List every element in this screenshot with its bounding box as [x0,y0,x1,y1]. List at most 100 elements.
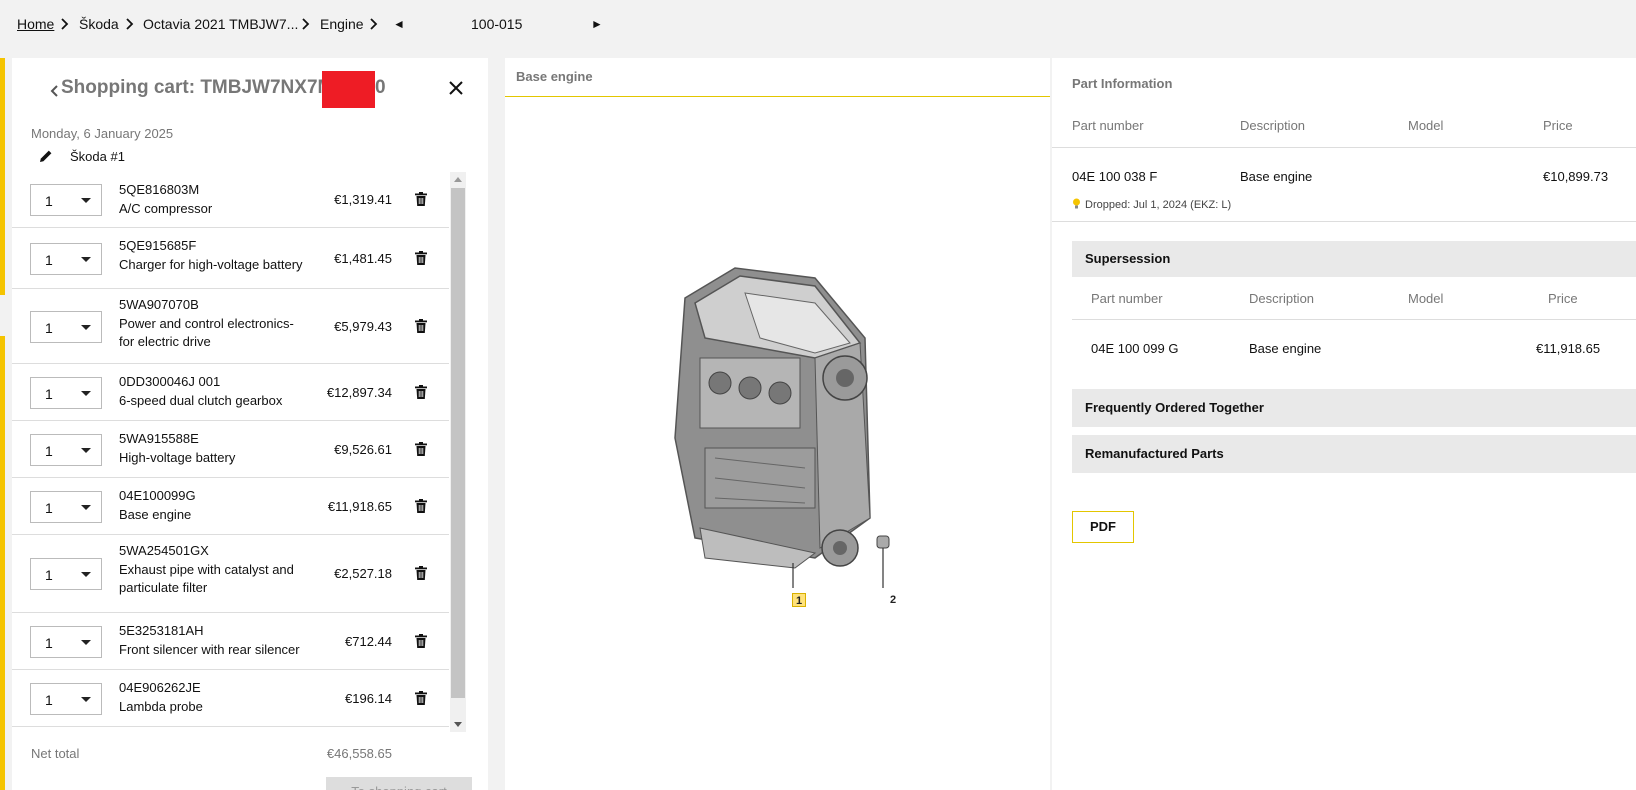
checkout-button[interactable]: To shopping cart [326,777,472,790]
cart-item-price: €12,897.34 [326,384,392,400]
quantity-value: 1 [45,499,53,516]
cart-date: Monday, 6 January 2025 [31,126,174,141]
scroll-down-icon[interactable] [454,722,462,727]
supersession-header-part-number: Part number [1091,291,1163,306]
cart-item-price: €1,319.41 [334,192,392,207]
chevron-down-icon [81,256,91,262]
quantity-select[interactable]: 1 [30,376,102,409]
trash-icon[interactable] [415,566,427,580]
breadcrumb-vehicle[interactable]: Octavia 2021 TMBJW7... [143,16,298,32]
quantity-select[interactable]: 1 [30,625,102,658]
column-header-description: Description [1240,118,1306,133]
breadcrumb-home[interactable]: Home [17,16,54,32]
breadcrumb: Home Škoda Octavia 2021 TMBJW7... Engine… [0,0,1636,58]
quantity-select[interactable]: 1 [30,184,102,216]
cart-item-price: €11,918.65 [327,498,392,514]
cart-title-tail: 0 [375,77,386,98]
cart-name: Škoda #1 [70,149,125,164]
close-icon[interactable] [446,78,466,98]
quantity-select[interactable]: 1 [30,682,102,715]
cart-item-number: 0DD300046J 001 [119,374,221,389]
dropped-text: Dropped: Jul 1, 2024 (EKZ: L) [1085,199,1232,211]
cart-item-price: €196.14 [345,690,392,706]
cart-item: 1 5WA254501GX Exhaust pipe with catalyst a… [12,535,449,613]
cart-item: 1 5WA907070B Power and control electronics… [12,289,449,364]
chevron-down-icon [81,572,91,577]
column-header-price: Price [1543,118,1573,133]
dropped-note: Dropped: Jul 1, 2024 (EKZ: L) [1072,198,1231,211]
cart-item: 1 04E906262JE Lambda probe €196.14 [12,670,449,727]
part-price: €10,899.73 [1543,169,1609,184]
cart-item-description: Base engine [119,507,192,522]
quantity-select[interactable]: 1 [30,242,102,275]
quantity-select[interactable]: 1 [30,433,102,466]
next-page-icon[interactable]: ► [591,17,603,31]
redaction-mark [322,71,375,108]
callout-1[interactable]: 1 [792,593,806,607]
illustration-panel: Base engine 1 2 [505,58,1050,790]
chevron-left-icon[interactable] [48,82,60,100]
divider [1052,147,1636,148]
trash-icon[interactable] [415,250,427,265]
quantity-select[interactable]: 1 [30,490,102,523]
cart-item: 1 04E100099G Base engine €11,918.65 [12,478,449,535]
chevron-right-icon [61,18,69,30]
supersession-price: €11,918.65 [1536,341,1601,356]
cart-item-price: €1,481.45 [334,250,392,266]
cart-item-description: A/C compressor [119,201,213,216]
divider [1072,319,1636,320]
cart-item-number: 5E3253181AH [119,623,204,638]
cart-item-number: 5QE915685F [119,238,197,253]
cart-item-description: Power and control electronics-for electr… [119,316,294,349]
cart-item-price: €712.44 [345,633,392,649]
trash-icon[interactable] [415,384,427,399]
trash-icon[interactable] [415,192,427,206]
cart-item-description: Lambda probe [119,699,203,714]
lightbulb-icon [1073,198,1080,209]
breadcrumb-page: 100-015 [471,16,523,32]
cart-item-description: Exhaust pipe with catalyst and particula… [119,562,294,595]
cart-item-number: 04E906262JE [119,680,201,695]
trash-icon[interactable] [415,498,427,513]
trash-icon[interactable] [415,441,427,456]
remanufactured-header[interactable]: Remanufactured Parts [1072,435,1636,473]
supersession-part-number: 04E 100 099 G [1091,341,1179,356]
breadcrumb-brand[interactable]: Škoda [79,16,119,32]
callout-2[interactable]: 2 [886,593,900,607]
divider [505,96,1050,97]
quantity-value: 1 [45,319,53,336]
quantity-value: 1 [45,442,53,459]
supersession-header-price: Price [1548,291,1578,306]
chevron-down-icon [81,198,91,203]
quantity-select[interactable]: 1 [30,558,102,590]
trash-icon[interactable] [415,690,427,705]
cart-scrollbar[interactable] [450,172,466,732]
cart-item-number: 5WA915588E [119,431,199,446]
cart-item-number: 5WA254501GX [119,543,209,558]
quantity-value: 1 [45,193,53,209]
trash-icon[interactable] [415,318,427,333]
supersession-header[interactable]: Supersession [1072,241,1636,277]
cart-item-number: 5WA907070B [119,297,199,312]
shopping-cart-panel: Shopping cart: TMBJW7NX7MY 0 Monday, 6 J… [12,58,488,790]
trash-icon[interactable] [415,633,427,648]
viewer-title: Base engine [516,69,593,84]
breadcrumb-group[interactable]: Engine [320,16,364,32]
chevron-down-icon [81,639,91,645]
scrollbar-thumb[interactable] [451,188,465,698]
frequently-ordered-header[interactable]: Frequently Ordered Together [1072,389,1636,427]
net-total-value: €46,558.65 [326,746,392,761]
quantity-select[interactable]: 1 [30,310,102,343]
previous-page-icon[interactable]: ◄ [393,17,405,31]
part-number: 04E 100 038 F [1072,169,1158,184]
part-info-title: Part Information [1072,76,1173,91]
quantity-value: 1 [45,634,53,651]
cart-item: 1 5WA915588E High-voltage battery €9,526.61 [12,421,449,478]
pdf-button[interactable]: PDF [1072,511,1134,543]
supersession-header-description: Description [1249,291,1315,306]
cart-item: 1 5QE816803M A/C compressor €1,319.41 [12,172,449,228]
scroll-up-icon[interactable] [454,177,462,182]
cart-item-description: Charger for high-voltage battery [119,257,303,272]
pencil-icon[interactable] [38,148,54,164]
quantity-value: 1 [45,385,53,402]
